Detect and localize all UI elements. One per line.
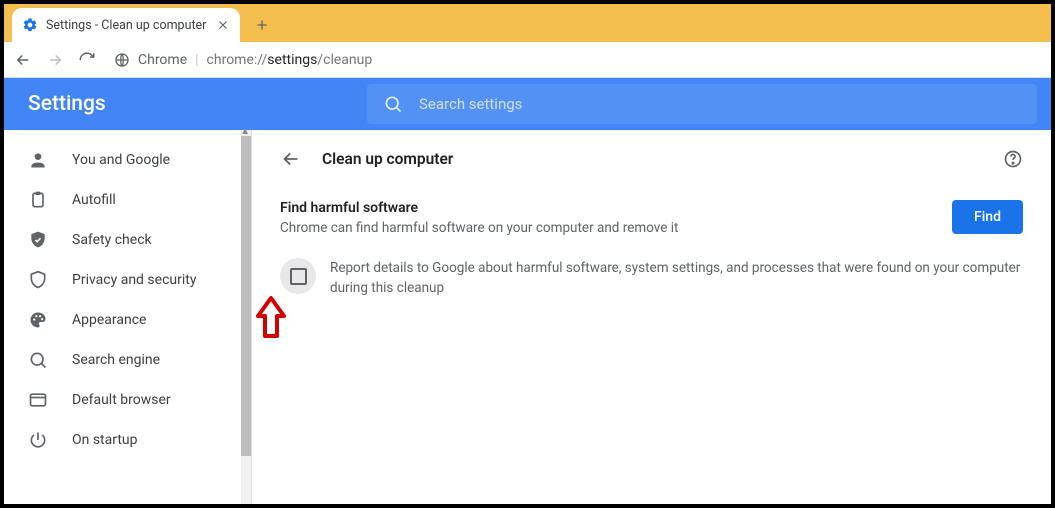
tab-title: Settings - Clean up computer [46,18,210,33]
sidebar-item-autofill[interactable]: Autofill [4,180,251,220]
content-panel: Clean up computer Find harmful software … [252,130,1051,504]
sidebar-item-on-startup[interactable]: On startup [4,420,251,460]
clipboard-icon [28,190,48,210]
sidebar-label: Privacy and security [72,272,196,288]
reload-button[interactable] [78,51,96,69]
checkbox-box-icon [290,268,307,285]
settings-title: Settings [4,92,367,116]
sidebar-label: You and Google [72,152,170,168]
content-title: Clean up computer [322,150,1003,168]
sidebar-item-appearance[interactable]: Appearance [4,300,251,340]
sidebar-item-privacy-security[interactable]: Privacy and security [4,260,251,300]
report-checkbox-label: Report details to Google about harmful s… [330,258,1023,298]
gear-icon [22,17,38,33]
sidebar-label: Autofill [72,192,116,208]
back-button[interactable] [14,51,32,69]
sidebar-item-safety-check[interactable]: Safety check [4,220,251,260]
tab-strip: Settings - Clean up computer [4,4,1051,42]
shield-check-icon [28,230,48,250]
browser-tab[interactable]: Settings - Clean up computer [12,8,240,42]
omnibox-path-prefix: chrome:// [207,52,268,68]
report-checkbox-row: Report details to Google about harmful s… [280,258,1023,298]
address-bar[interactable]: Chrome | chrome://settings/cleanup [110,52,1041,68]
toolbar: Chrome | chrome://settings/cleanup [4,42,1051,78]
site-info-icon[interactable] [114,52,130,68]
annotation-arrow-icon [252,294,290,342]
shield-icon [28,270,48,290]
omnibox-path-mid: settings [267,52,317,68]
omnibox-scheme: Chrome [138,52,187,68]
main-area: You and Google Autofill Safety check Pri… [4,130,1051,504]
sidebar-label: Search engine [72,352,160,368]
sidebar-label: On startup [72,432,138,448]
sidebar: You and Google Autofill Safety check Pri… [4,130,252,504]
search-settings-box[interactable]: Search settings [367,84,1037,124]
sidebar-item-you-and-google[interactable]: You and Google [4,140,251,180]
close-tab-icon[interactable] [216,18,230,32]
forward-button[interactable] [46,51,64,69]
find-harmful-row: Find harmful software Chrome can find ha… [280,200,1023,236]
scrollbar-thumb[interactable] [241,136,251,456]
settings-header: Settings Search settings [4,78,1051,130]
find-button[interactable]: Find [952,200,1023,234]
help-icon[interactable] [1003,149,1023,169]
sidebar-label: Appearance [72,312,146,328]
report-checkbox[interactable] [280,258,316,294]
section-title: Find harmful software [280,200,932,216]
omnibox-divider: | [195,52,198,68]
sidebar-label: Default browser [72,392,171,408]
person-icon [28,150,48,170]
content-back-button[interactable] [280,148,302,170]
omnibox-path-suffix: /cleanup [317,52,372,68]
browser-window-icon [28,390,48,410]
sidebar-scrollbar[interactable]: ▲ [241,130,251,504]
new-tab-button[interactable] [248,11,276,39]
section-description: Chrome can find harmful software on your… [280,220,932,236]
sidebar-item-search-engine[interactable]: Search engine [4,340,251,380]
palette-icon [28,310,48,330]
search-engine-icon [28,350,48,370]
search-placeholder: Search settings [419,95,522,113]
search-icon [383,94,403,114]
sidebar-item-default-browser[interactable]: Default browser [4,380,251,420]
sidebar-label: Safety check [72,232,152,248]
power-icon [28,430,48,450]
